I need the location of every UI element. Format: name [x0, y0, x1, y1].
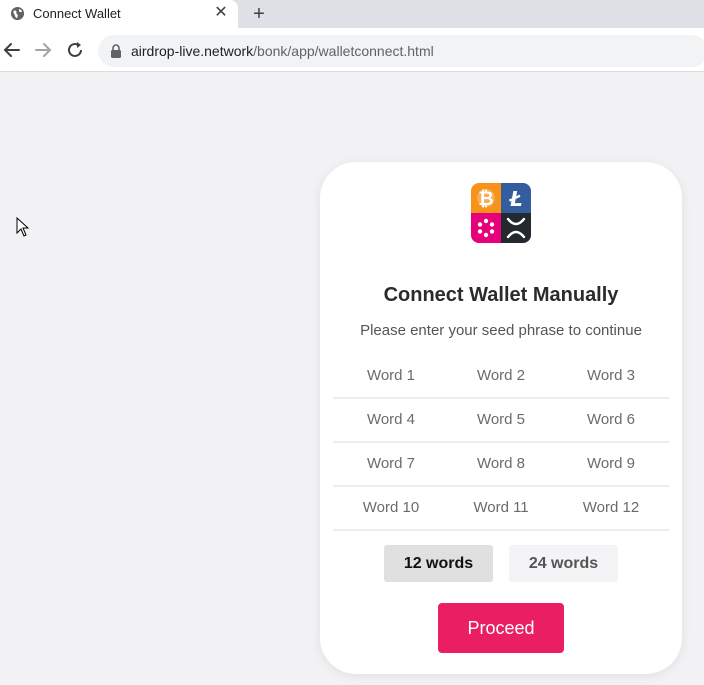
crypto-logo: ₿ Ł: [471, 183, 531, 243]
seed-word-10-input[interactable]: [335, 487, 447, 527]
url-text: airdrop-live.network/bonk/app/walletconn…: [131, 43, 434, 59]
bitcoin-icon: ₿: [477, 188, 495, 210]
tab-strip: Connect Wallet ✕ +: [0, 0, 704, 28]
seed-word-6-input[interactable]: [555, 399, 667, 439]
svg-text:Ł: Ł: [508, 187, 522, 211]
seed-word-9-input[interactable]: [555, 443, 667, 483]
tab-title: Connect Wallet: [33, 6, 121, 21]
seed-word-3-input[interactable]: [555, 355, 667, 395]
connect-wallet-card: ₿ Ł Connect Wallet Manually Please enter…: [320, 162, 682, 674]
globe-icon: [10, 6, 25, 21]
word-row: [333, 487, 669, 531]
svg-text:₿: ₿: [478, 188, 493, 210]
forward-arrow-icon[interactable]: [32, 39, 54, 61]
mouse-pointer-icon: [16, 217, 30, 237]
seed-phrase-grid: [333, 355, 669, 531]
seed-word-8-input[interactable]: [445, 443, 557, 483]
seed-word-4-input[interactable]: [335, 399, 447, 439]
twenty-four-words-button[interactable]: 24 words: [509, 545, 618, 582]
address-bar[interactable]: airdrop-live.network/bonk/app/walletconn…: [98, 35, 704, 67]
reload-icon[interactable]: [64, 39, 86, 61]
seed-word-5-input[interactable]: [445, 399, 557, 439]
browser-toolbar: airdrop-live.network/bonk/app/walletconn…: [0, 28, 704, 72]
seed-word-2-input[interactable]: [445, 355, 557, 395]
word-row: [333, 355, 669, 399]
browser-chrome: Connect Wallet ✕ + airdrop-live.network/…: [0, 0, 704, 72]
close-tab-icon[interactable]: ✕: [212, 4, 230, 22]
url-path: /bonk/app/walletconnect.html: [253, 43, 434, 59]
card-title: Connect Wallet Manually: [383, 284, 619, 306]
seed-word-12-input[interactable]: [555, 487, 667, 527]
seed-word-7-input[interactable]: [335, 443, 447, 483]
card-subtitle: Please enter your seed phrase to continu…: [360, 322, 642, 339]
twelve-words-button[interactable]: 12 words: [384, 545, 493, 582]
litecoin-icon: Ł: [508, 187, 522, 211]
proceed-button[interactable]: Proceed: [438, 603, 564, 653]
word-row: [333, 399, 669, 443]
tab-connect-wallet[interactable]: Connect Wallet ✕: [0, 0, 238, 28]
url-host: airdrop-live.network: [131, 43, 254, 59]
seed-word-11-input[interactable]: [445, 487, 557, 527]
back-arrow-icon[interactable]: [1, 39, 23, 61]
seed-word-1-input[interactable]: [335, 355, 447, 395]
new-tab-button[interactable]: +: [248, 3, 270, 25]
lock-icon[interactable]: [110, 44, 122, 58]
crypto-logo-icon: ₿ Ł: [471, 183, 531, 243]
word-row: [333, 443, 669, 487]
